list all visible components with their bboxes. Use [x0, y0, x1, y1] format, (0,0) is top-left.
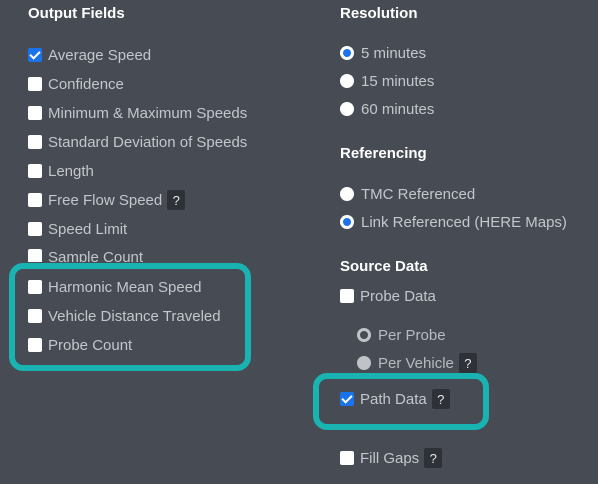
output-field-probe-count[interactable]: Probe Count	[28, 335, 132, 355]
probe-data-checkbox[interactable]	[340, 289, 354, 303]
resolution-5-minutes-radio[interactable]	[340, 46, 354, 60]
vehicle-distance-traveled-label: Vehicle Distance Traveled	[48, 307, 221, 325]
sample-count-label: Sample Count	[48, 249, 144, 262]
output-field-free-flow-speed[interactable]: Free Flow Speed ?	[28, 190, 186, 210]
confidence-label: Confidence	[48, 75, 124, 93]
output-field-vehicle-distance-traveled[interactable]: Vehicle Distance Traveled	[28, 306, 221, 326]
probe-count-label: Probe Count	[48, 336, 133, 354]
output-field-min-max-speeds[interactable]: Minimum & Maximum Speeds	[28, 103, 247, 123]
source-data-heading: Source Data	[340, 258, 428, 275]
per-probe-label: Per Probe	[378, 326, 446, 344]
path-data-help-icon[interactable]: ?	[431, 389, 450, 409]
source-data-probe-data[interactable]: Probe Data	[340, 286, 436, 306]
resolution-heading: Resolution	[340, 5, 418, 22]
link-referenced-radio[interactable]	[340, 215, 354, 229]
path-data-label: Path Data	[360, 390, 427, 408]
speed-limit-checkbox[interactable]	[28, 222, 42, 236]
speed-limit-label: Speed Limit	[48, 220, 128, 238]
resolution-60-minutes-radio[interactable]	[340, 102, 354, 116]
resolution-option-5-minutes[interactable]: 5 minutes	[340, 43, 426, 63]
std-dev-speeds-label: Standard Deviation of Speeds	[48, 133, 248, 151]
harmonic-mean-speed-label: Harmonic Mean Speed	[48, 278, 202, 296]
vehicle-distance-traveled-checkbox[interactable]	[28, 309, 42, 323]
tmc-referenced-label: TMC Referenced	[361, 185, 476, 203]
average-speed-label: Average Speed	[48, 46, 152, 64]
min-max-speeds-checkbox[interactable]	[28, 106, 42, 120]
harmonic-mean-speed-checkbox[interactable]	[28, 280, 42, 294]
resolution-5-minutes-label: 5 minutes	[361, 44, 427, 62]
output-field-confidence[interactable]: Confidence	[28, 74, 124, 94]
referencing-option-tmc[interactable]: TMC Referenced	[340, 184, 475, 204]
resolution-60-minutes-label: 60 minutes	[361, 100, 435, 118]
source-data-path-data[interactable]: Path Data ?	[340, 389, 450, 409]
path-data-checkbox[interactable]	[340, 392, 354, 406]
min-max-speeds-label: Minimum & Maximum Speeds	[48, 104, 248, 122]
sample-count-checkbox[interactable]	[28, 249, 42, 262]
std-dev-speeds-checkbox[interactable]	[28, 135, 42, 149]
source-data-per-vehicle[interactable]: Per Vehicle ?	[357, 353, 477, 373]
per-vehicle-help-icon[interactable]: ?	[458, 353, 477, 373]
confidence-checkbox[interactable]	[28, 77, 42, 91]
probe-count-checkbox[interactable]	[28, 338, 42, 352]
free-flow-speed-help-icon[interactable]: ?	[167, 190, 186, 210]
per-probe-radio[interactable]	[357, 328, 371, 342]
referencing-option-link[interactable]: Link Referenced (HERE Maps)	[340, 212, 567, 232]
fill-gaps-help-icon[interactable]: ?	[424, 448, 443, 468]
output-field-average-speed[interactable]: Average Speed	[28, 45, 151, 65]
output-field-sample-count[interactable]: Sample Count	[28, 249, 143, 262]
resolution-option-15-minutes[interactable]: 15 minutes	[340, 71, 434, 91]
per-vehicle-label: Per Vehicle	[378, 354, 454, 372]
length-label: Length	[48, 162, 94, 180]
tmc-referenced-radio[interactable]	[340, 187, 354, 201]
output-field-std-dev-speeds[interactable]: Standard Deviation of Speeds	[28, 132, 247, 152]
link-referenced-label: Link Referenced (HERE Maps)	[361, 213, 567, 231]
source-data-per-probe[interactable]: Per Probe	[357, 325, 446, 345]
output-field-speed-limit[interactable]: Speed Limit	[28, 219, 127, 239]
resolution-15-minutes-label: 15 minutes	[361, 72, 435, 90]
resolution-option-60-minutes[interactable]: 60 minutes	[340, 99, 434, 119]
probe-data-label: Probe Data	[360, 287, 436, 305]
fill-gaps-label: Fill Gaps	[360, 449, 420, 467]
resolution-15-minutes-radio[interactable]	[340, 74, 354, 88]
output-fields-heading: Output Fields	[28, 5, 125, 22]
per-vehicle-radio[interactable]	[357, 356, 371, 370]
output-field-harmonic-mean-speed[interactable]: Harmonic Mean Speed	[28, 277, 201, 297]
average-speed-checkbox[interactable]	[28, 48, 42, 62]
source-data-fill-gaps[interactable]: Fill Gaps ?	[340, 448, 443, 468]
free-flow-speed-label: Free Flow Speed	[48, 191, 163, 209]
length-checkbox[interactable]	[28, 164, 42, 178]
referencing-heading: Referencing	[340, 145, 427, 162]
output-field-length[interactable]: Length	[28, 161, 94, 181]
free-flow-speed-checkbox[interactable]	[28, 193, 42, 207]
fill-gaps-checkbox[interactable]	[340, 451, 354, 465]
